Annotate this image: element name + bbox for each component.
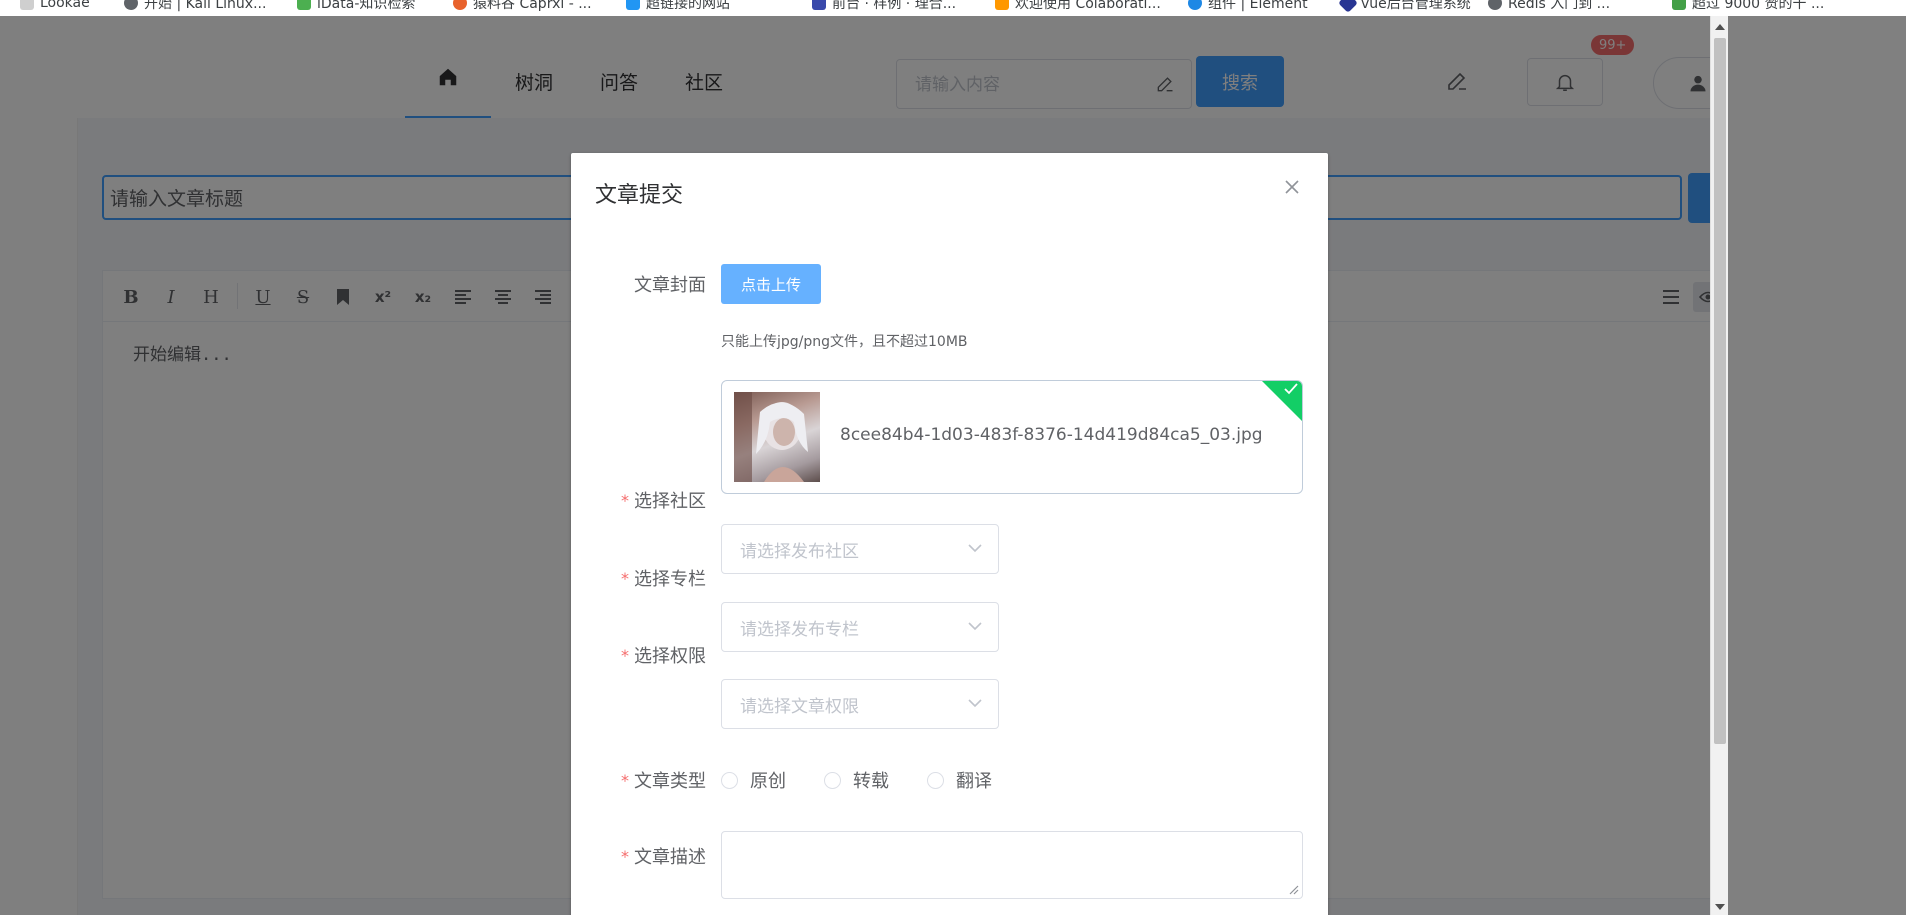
bookmark-label: 开始 | Kali Linux...: [144, 0, 267, 12]
column-select[interactable]: 请选择发布专栏: [721, 602, 999, 652]
scroll-up-arrow-icon[interactable]: [1715, 24, 1725, 30]
bookmark-favicon-icon: [812, 0, 826, 10]
chevron-down-icon: [968, 699, 982, 708]
bookmark-item[interactable]: Lookae: [20, 0, 90, 13]
required-mark: *: [621, 645, 629, 665]
bookmark-item[interactable]: 猿料谷 Caprxi - ...: [453, 0, 592, 13]
column-label-text: 选择专栏: [634, 569, 706, 590]
bookmark-item[interactable]: 前台 · 样例 · 理合...: [812, 0, 956, 13]
community-label-text: 选择社区: [634, 491, 706, 512]
bookmark-favicon-icon: [1672, 0, 1686, 10]
permission-select-placeholder: 请选择文章权限: [740, 696, 859, 717]
permission-select[interactable]: 请选择文章权限: [721, 679, 999, 729]
description-label: * 文章描述: [621, 843, 706, 869]
radio-label: 翻译: [956, 771, 992, 792]
type-label: * 文章类型: [621, 767, 706, 793]
chevron-down-icon: [968, 544, 982, 553]
bookmark-label: 欢迎使用 Colaborati...: [1015, 0, 1161, 12]
bookmark-favicon-icon: [453, 0, 467, 10]
radio-circle[interactable]: [721, 771, 738, 789]
column-label: * 选择专栏: [621, 565, 706, 591]
bookmark-favicon-icon: [297, 0, 311, 10]
cover-thumbnail: [734, 392, 820, 482]
uploaded-file-name: 8cee84b4-1d03-483f-8376-14d419d84ca5_03.…: [840, 425, 1263, 445]
permission-label-text: 选择权限: [634, 646, 706, 667]
bookmark-label: Redis 入门到 ...: [1508, 0, 1611, 12]
check-icon: [1284, 383, 1298, 395]
bookmark-favicon-icon: [626, 0, 640, 10]
required-mark: *: [621, 770, 629, 790]
radio-translation[interactable]: 翻译: [927, 767, 992, 793]
chevron-down-icon: [968, 622, 982, 631]
permission-label: * 选择权限: [621, 642, 706, 668]
required-mark: *: [621, 568, 629, 588]
bookmark-item[interactable]: 开始 | Kali Linux...: [124, 0, 266, 13]
page-scrollbar[interactable]: [1710, 16, 1728, 915]
radio-circle[interactable]: [927, 771, 944, 789]
dialog-title: 文章提交: [595, 183, 684, 208]
bookmark-label: iData-知识检索: [317, 0, 416, 12]
dialog-close-button[interactable]: [1282, 177, 1302, 197]
bookmark-item[interactable]: 组件 | Element: [1188, 0, 1308, 13]
cover-label-text: 文章封面: [634, 275, 706, 296]
bookmark-favicon-icon: [995, 0, 1009, 10]
type-label-text: 文章类型: [634, 771, 706, 792]
bookmark-label: 组件 | Element: [1208, 0, 1308, 12]
bookmark-favicon-icon: [1338, 0, 1358, 13]
radio-original[interactable]: 原创: [721, 767, 786, 793]
bookmarks-bar: Lookae 开始 | Kali Linux... iData-知识检索 猿料谷…: [0, 0, 1906, 16]
community-select-placeholder: 请选择发布社区: [740, 541, 859, 562]
bookmark-item[interactable]: 欢迎使用 Colaborati...: [995, 0, 1161, 13]
upload-tip: 只能上传jpg/png文件，且不超过10MB: [721, 334, 968, 350]
bookmark-favicon-icon: [124, 0, 138, 10]
bookmark-item[interactable]: iData-知识检索: [297, 0, 415, 13]
upload-button[interactable]: 点击上传: [721, 264, 821, 304]
bookmark-item[interactable]: 超链接的网站: [626, 0, 730, 13]
bookmark-item[interactable]: vue后台管理系统: [1338, 0, 1471, 13]
bookmark-favicon-icon: [1188, 0, 1202, 10]
radio-repost[interactable]: 转载: [824, 767, 889, 793]
bookmark-favicon-icon: [20, 0, 34, 10]
bookmark-label: vue后台管理系统: [1361, 0, 1471, 12]
resize-handle-icon[interactable]: [1289, 885, 1299, 895]
radio-label: 原创: [750, 771, 786, 792]
close-icon: [1285, 180, 1299, 194]
bookmark-favicon-icon: [1488, 0, 1502, 10]
bookmark-label: 猿料谷 Caprxi - ...: [473, 0, 592, 12]
scroll-down-arrow-icon[interactable]: [1715, 904, 1725, 910]
bookmark-label: 超过 9000 赞的干 ...: [1692, 0, 1825, 12]
required-mark: *: [621, 846, 629, 866]
description-textarea[interactable]: [721, 831, 1303, 899]
cover-label: 文章封面: [634, 271, 706, 297]
bookmark-label: 前台 · 样例 · 理合...: [832, 0, 957, 12]
community-label: * 选择社区: [621, 487, 706, 513]
bookmark-label: Lookae: [40, 0, 90, 11]
bookmark-item[interactable]: 超过 9000 赞的干 ...: [1672, 0, 1824, 13]
community-select[interactable]: 请选择发布社区: [721, 524, 999, 574]
bookmark-item[interactable]: Redis 入门到 ...: [1488, 0, 1610, 13]
bookmark-label: 超链接的网站: [646, 0, 730, 12]
column-select-placeholder: 请选择发布专栏: [740, 619, 859, 640]
required-mark: *: [621, 490, 629, 510]
cover-image-icon: [734, 392, 808, 482]
right-background: [1728, 16, 1906, 915]
radio-label: 转载: [853, 771, 889, 792]
scrollbar-thumb[interactable]: [1714, 38, 1726, 744]
description-label-text: 文章描述: [634, 847, 706, 868]
uploaded-file-card[interactable]: 8cee84b4-1d03-483f-8376-14d419d84ca5_03.…: [721, 380, 1303, 494]
article-submit-dialog: 文章提交 文章封面 点击上传 只能上传jpg/png文件，且不超过10MB 8c…: [571, 153, 1328, 915]
radio-circle[interactable]: [824, 771, 841, 789]
